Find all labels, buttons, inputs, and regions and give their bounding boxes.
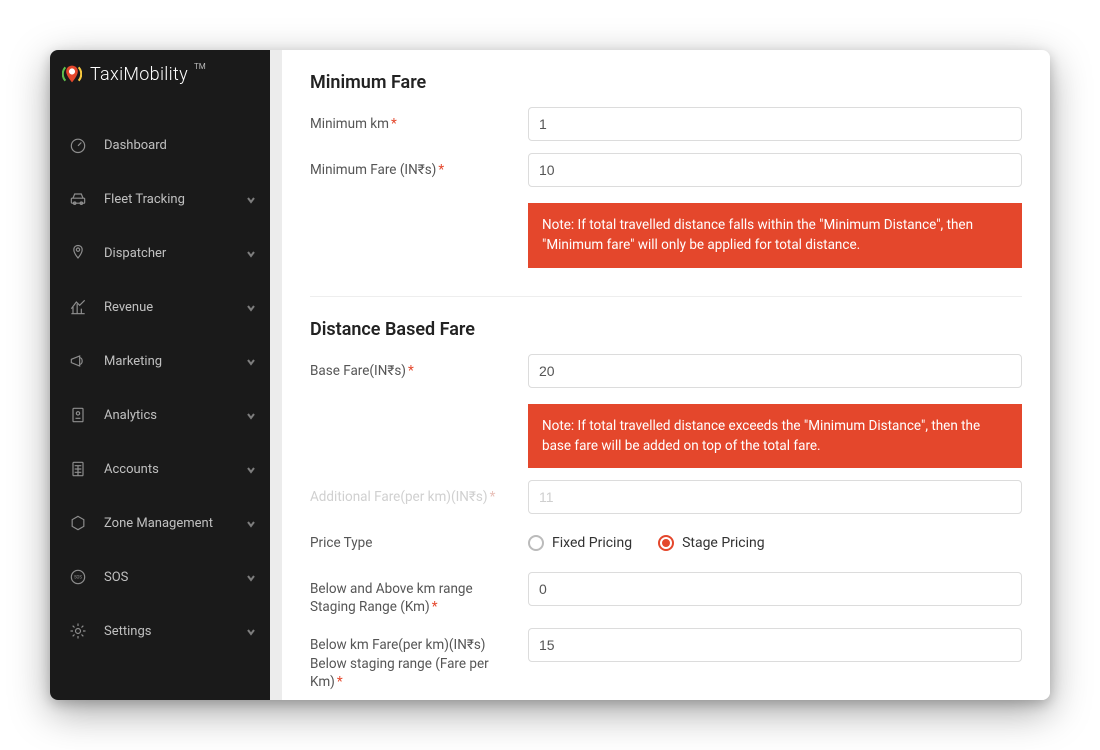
label-base-fare: Base Fare(IN₹s)*: [310, 354, 510, 380]
sidebar-item-dashboard[interactable]: Dashboard: [50, 118, 270, 172]
label-price-type: Price Type: [310, 526, 510, 552]
section-title-distance-fare: Distance Based Fare: [310, 319, 1022, 340]
chart-icon: [68, 297, 88, 317]
sidebar-item-marketing[interactable]: Marketing: [50, 334, 270, 388]
note-minimum-fare: Note: If total travelled distance falls …: [528, 203, 1022, 268]
chevron-down-icon: [246, 518, 256, 528]
sidebar-item-revenue[interactable]: Revenue: [50, 280, 270, 334]
fare-settings-panel: Minimum Fare Minimum km* Minimum Fare (I…: [282, 50, 1050, 700]
brand-name: TaxiMobility: [90, 64, 188, 85]
chevron-down-icon: [246, 464, 256, 474]
chevron-down-icon: [246, 572, 256, 582]
sidebar-item-label: SOS: [104, 570, 128, 585]
sidebar-item-accounts[interactable]: Accounts: [50, 442, 270, 496]
input-staging-range[interactable]: [528, 572, 1022, 606]
car-icon: [68, 189, 88, 209]
label-staging-range: Below and Above km range Staging Range (…: [310, 572, 510, 616]
sidebar-nav: Dashboard Fleet Tracking Dispatcher Reve…: [50, 98, 270, 658]
hexagon-icon: [68, 513, 88, 533]
sidebar-item-label: Settings: [104, 624, 151, 639]
main-content: Minimum Fare Minimum km* Minimum Fare (I…: [270, 50, 1050, 700]
radio-group-price-type: Fixed Pricing Stage Pricing: [528, 526, 1022, 560]
chevron-down-icon: [246, 356, 256, 366]
label-additional-fare: Additional Fare(per km)(IN₹s)*: [310, 480, 510, 506]
row-minimum-fare: Minimum Fare (IN₹s)*: [310, 153, 1022, 187]
megaphone-icon: [68, 351, 88, 371]
gauge-icon: [68, 135, 88, 155]
input-additional-fare: [528, 480, 1022, 514]
sidebar-item-sos[interactable]: SOS SOS: [50, 550, 270, 604]
label-minimum-fare: Minimum Fare (IN₹s)*: [310, 153, 510, 179]
section-title-minimum-fare: Minimum Fare: [310, 72, 1022, 93]
sidebar-item-label: Fleet Tracking: [104, 192, 185, 207]
chevron-down-icon: [246, 410, 256, 420]
note-distance-fare: Note: If total travelled distance exceed…: [528, 404, 1022, 469]
chevron-down-icon: [246, 302, 256, 312]
input-base-fare[interactable]: [528, 354, 1022, 388]
sos-icon: SOS: [68, 567, 88, 587]
sidebar-item-label: Dashboard: [104, 138, 167, 153]
input-minimum-km[interactable]: [528, 107, 1022, 141]
input-below-km-fare[interactable]: [528, 628, 1022, 662]
row-base-fare: Base Fare(IN₹s)*: [310, 354, 1022, 388]
logo-icon: [62, 64, 82, 84]
row-below-km-fare: Below km Fare(per km)(IN₹s) Below stagin…: [310, 628, 1022, 691]
sidebar-item-zone-management[interactable]: Zone Management: [50, 496, 270, 550]
sidebar-item-label: Marketing: [104, 354, 162, 369]
input-minimum-fare[interactable]: [528, 153, 1022, 187]
section-divider: [310, 296, 1022, 297]
chevron-down-icon: [246, 626, 256, 636]
radio-label: Stage Pricing: [682, 535, 765, 551]
calculator-icon: [68, 459, 88, 479]
radio-fixed-pricing[interactable]: Fixed Pricing: [528, 535, 632, 551]
sidebar-item-label: Dispatcher: [104, 246, 166, 261]
row-additional-fare: Additional Fare(per km)(IN₹s)*: [310, 480, 1022, 514]
sidebar-item-analytics[interactable]: Analytics: [50, 388, 270, 442]
sidebar-item-settings[interactable]: Settings: [50, 604, 270, 658]
sidebar-item-fleet-tracking[interactable]: Fleet Tracking: [50, 172, 270, 226]
row-minfare-note: Note: If total travelled distance falls …: [310, 199, 1022, 268]
row-staging-range: Below and Above km range Staging Range (…: [310, 572, 1022, 616]
radio-stage-pricing[interactable]: Stage Pricing: [658, 535, 765, 551]
sidebar: TaxiMobility TM Dashboard Fleet Tracking…: [50, 50, 270, 700]
radio-icon: [658, 535, 674, 551]
radio-label: Fixed Pricing: [552, 535, 632, 551]
radio-icon: [528, 535, 544, 551]
document-icon: [68, 405, 88, 425]
chevron-down-icon: [246, 194, 256, 204]
row-price-type: Price Type Fixed Pricing Stage Pricing: [310, 526, 1022, 560]
label-minimum-km: Minimum km*: [310, 107, 510, 133]
sidebar-item-label: Revenue: [104, 300, 153, 315]
sidebar-item-label: Accounts: [104, 462, 159, 477]
chevron-down-icon: [246, 248, 256, 258]
gear-icon: [68, 621, 88, 641]
label-below-km-fare: Below km Fare(per km)(IN₹s) Below stagin…: [310, 628, 510, 691]
brand-tm: TM: [194, 62, 206, 71]
row-minimum-km: Minimum km*: [310, 107, 1022, 141]
row-distfare-note: Note: If total travelled distance exceed…: [310, 400, 1022, 469]
sidebar-item-label: Analytics: [104, 408, 157, 423]
pin-icon: [68, 243, 88, 263]
svg-text:SOS: SOS: [74, 576, 82, 581]
sidebar-item-dispatcher[interactable]: Dispatcher: [50, 226, 270, 280]
sidebar-item-label: Zone Management: [104, 516, 213, 531]
brand: TaxiMobility TM: [50, 50, 270, 98]
app-window: TaxiMobility TM Dashboard Fleet Tracking…: [50, 50, 1050, 700]
